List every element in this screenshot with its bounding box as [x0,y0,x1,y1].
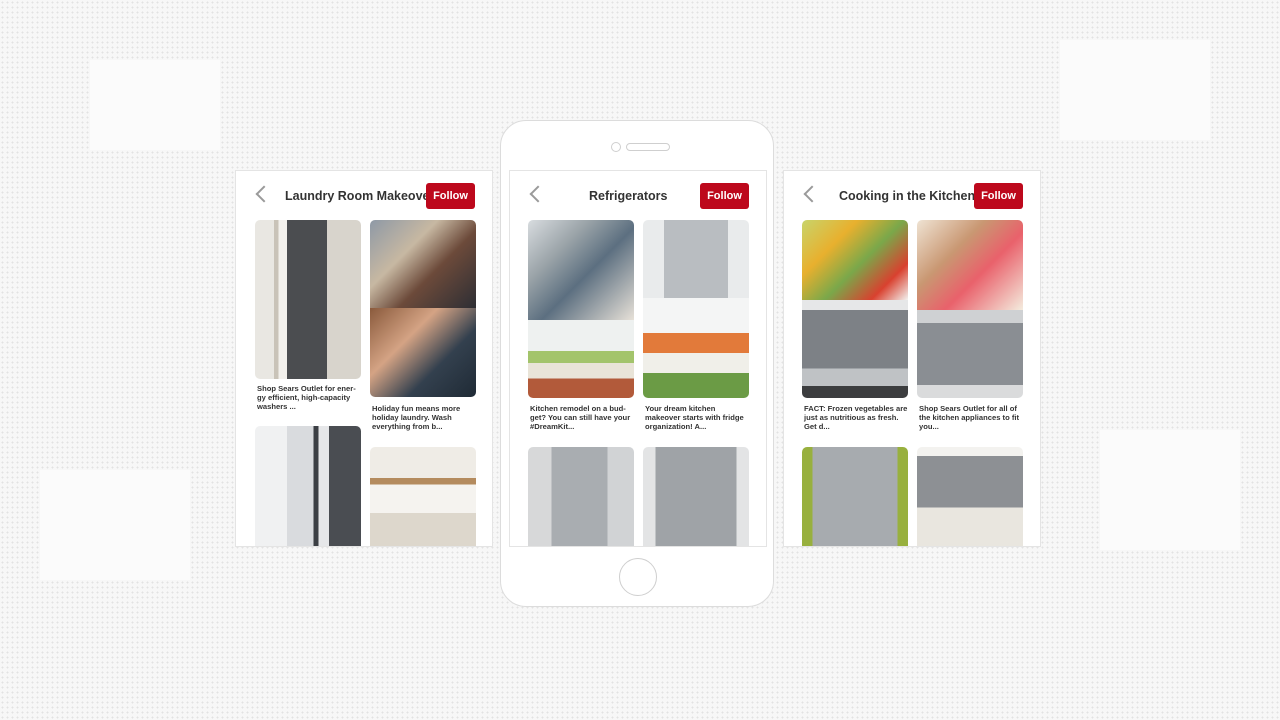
pin-image [643,298,749,398]
pin-caption: Kitchen remodel on a bud-get? You can st… [530,404,631,431]
phone-speaker [626,143,670,151]
back-arrow-icon[interactable] [529,185,547,203]
board-title: Cooking in the Kitchen [839,189,976,203]
pin-caption: Holiday fun means more holiday laundry. … [372,404,461,431]
pin-frozen-vegetables[interactable] [802,220,908,398]
pin-image [917,220,1023,310]
pin-image [370,220,476,308]
follow-button[interactable]: Follow [426,183,475,209]
pin-image [528,447,634,546]
phone-camera [611,142,621,152]
board-panel-refrigerators: Refrigerators Follow Kitchen remodel on … [509,170,767,547]
back-arrow-icon[interactable] [255,185,273,203]
pin-laundry-shelf[interactable] [370,447,476,546]
pin-image [528,220,634,320]
pin-image [917,447,1023,546]
pin-kitchen-family[interactable] [528,220,634,398]
pin-image [802,300,908,398]
pin-image [370,447,476,546]
board-panel-cooking: Cooking in the Kitchen Follow FACT: Froz… [783,170,1041,547]
pin-image [255,220,361,379]
pin-stainless-fridge[interactable] [643,447,749,546]
pin-closet-laundry[interactable] [255,426,361,546]
board-title: Laundry Room Makeover [285,189,435,203]
pin-holiday-family[interactable] [370,220,476,397]
pin-caption: FACT: Frozen vegetables are just as nutr… [804,404,908,431]
pin-image [802,220,908,300]
phone-home-button [619,558,657,596]
pin-image [255,426,361,546]
board-panel-laundry: Laundry Room Makeover Follow Shop Sears … [235,170,493,547]
background-block [1060,40,1210,140]
pin-kitchen-appliances[interactable] [917,220,1023,398]
pin-caption: Shop Sears Outlet for all of the kitchen… [919,404,1020,431]
background-block [40,470,190,580]
pin-image [370,308,476,397]
pin-image [528,320,634,398]
pin-french-door-fridge[interactable] [528,447,634,546]
pin-fridge-organization[interactable] [643,220,749,398]
pin-washer-dryer[interactable] [255,220,361,379]
pin-image [917,310,1023,398]
background-block [90,60,220,150]
pin-microwave[interactable] [917,447,1023,546]
follow-button[interactable]: Follow [974,183,1023,209]
pin-wall-oven[interactable] [802,447,908,546]
pin-image [643,447,749,546]
pin-caption: Shop Sears Outlet for ener-gy efficient,… [257,384,356,411]
pin-image [802,447,908,546]
follow-button[interactable]: Follow [700,183,749,209]
background-block [1100,430,1240,550]
pin-caption: Your dream kitchen makeover starts with … [645,404,744,431]
pin-image [643,220,749,298]
back-arrow-icon[interactable] [803,185,821,203]
board-title: Refrigerators [589,189,668,203]
